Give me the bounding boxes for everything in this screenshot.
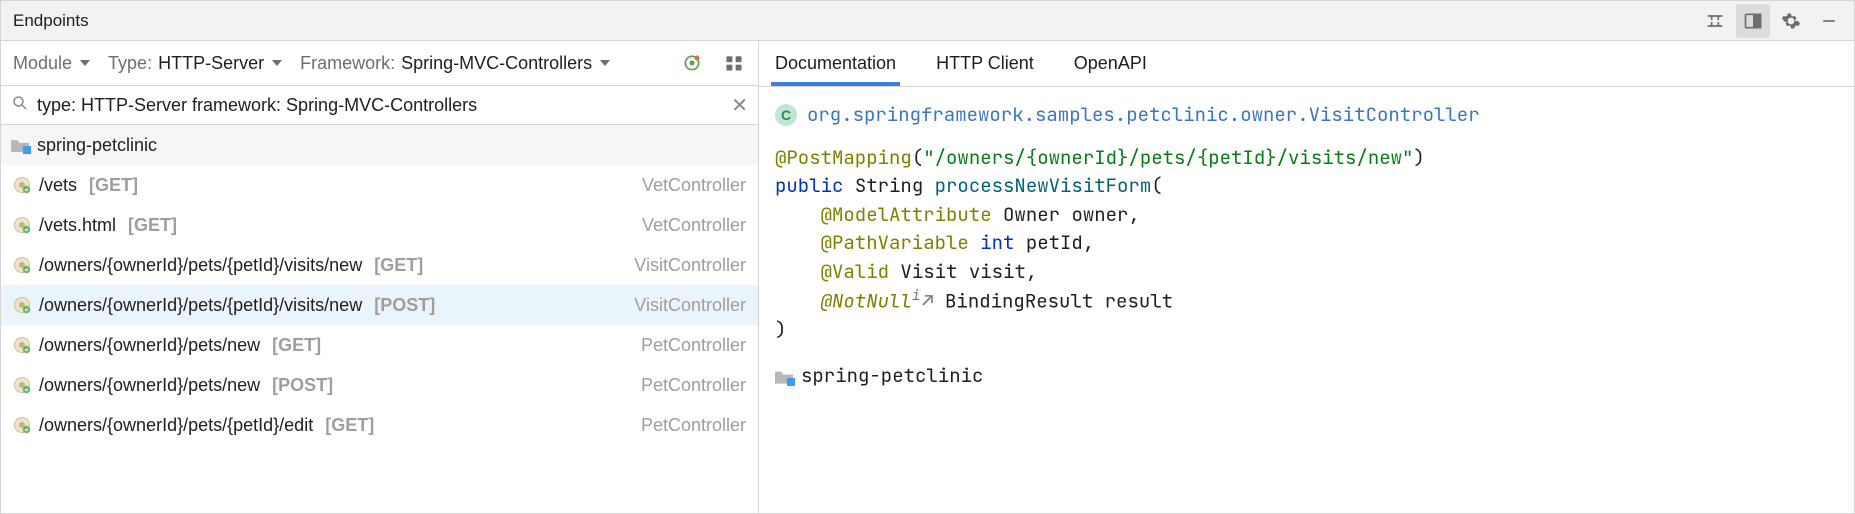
endpoint-method: [GET] xyxy=(272,335,321,356)
stretch-icon[interactable] xyxy=(1698,4,1732,38)
endpoint-row[interactable]: /vets.html [GET] VetController xyxy=(1,205,758,245)
module-group-row[interactable]: spring-petclinic xyxy=(1,125,758,165)
documentation-content: C org.springframework.samples.petclinic.… xyxy=(759,87,1854,405)
endpoint-row[interactable]: /owners/{ownerId}/pets/new [GET] PetContro… xyxy=(1,325,758,365)
filter-framework[interactable]: Framework: Spring-MVC-Controllers xyxy=(300,53,610,74)
endpoint-row[interactable]: /owners/{ownerId}/pets/{petId}/edit [GET]… xyxy=(1,405,758,445)
endpoint-icon xyxy=(13,256,31,274)
search-icon xyxy=(11,94,29,117)
tool-window-title: Endpoints xyxy=(13,11,1698,31)
details-pane: Documentation HTTP Client OpenAPI C org.sp… xyxy=(759,41,1854,513)
endpoints-list[interactable]: spring-petclinic /vets [GET] VetController… xyxy=(1,125,758,513)
target-icon[interactable] xyxy=(680,51,704,75)
gear-icon[interactable] xyxy=(1774,4,1808,38)
endpoint-path: /owners/{ownerId}/pets/new xyxy=(39,375,260,396)
signature-code: @PostMapping("/owners/{ownerId}/pets/{pe… xyxy=(775,144,1838,345)
filters-toolbar: Module Type: HTTP-Server Framework: Spri… xyxy=(1,41,758,85)
endpoint-icon xyxy=(13,376,31,394)
endpoints-list-pane: Module Type: HTTP-Server Framework: Spri… xyxy=(1,41,759,513)
chevron-down-icon xyxy=(600,60,610,66)
endpoint-controller: VisitController xyxy=(634,295,746,316)
endpoint-method: [POST] xyxy=(374,295,435,316)
endpoint-icon xyxy=(13,416,31,434)
endpoint-icon xyxy=(13,216,31,234)
endpoint-controller: VetController xyxy=(642,215,746,236)
module-name: spring-petclinic xyxy=(37,135,157,156)
tab-documentation[interactable]: Documentation xyxy=(771,43,900,86)
endpoint-controller: PetController xyxy=(641,335,746,356)
tab-openapi[interactable]: OpenAPI xyxy=(1070,43,1151,86)
close-icon[interactable]: ✕ xyxy=(731,93,748,118)
search-input[interactable] xyxy=(37,95,723,116)
doc-module-name: spring-petclinic xyxy=(801,362,983,391)
external-link-icon[interactable]: ↗ xyxy=(922,288,933,313)
filter-type[interactable]: Type: HTTP-Server xyxy=(108,53,282,74)
class-icon: C xyxy=(775,104,797,126)
endpoints-tool-window: Endpoints xyxy=(0,0,1855,514)
split-right-icon[interactable] xyxy=(1736,4,1770,38)
endpoint-controller: VetController xyxy=(642,175,746,196)
group-icon[interactable] xyxy=(722,51,746,75)
endpoint-method: [GET] xyxy=(325,415,374,436)
endpoint-method: [POST] xyxy=(272,375,333,396)
chevron-down-icon xyxy=(80,60,90,66)
endpoint-path: /owners/{ownerId}/pets/new xyxy=(39,335,260,356)
header-actions xyxy=(1698,4,1846,38)
endpoint-path: /vets xyxy=(39,175,77,196)
details-tabs: Documentation HTTP Client OpenAPI xyxy=(759,41,1854,87)
minimize-icon[interactable] xyxy=(1812,4,1846,38)
endpoint-path: /owners/{ownerId}/pets/{petId}/edit xyxy=(39,415,313,436)
endpoint-row[interactable]: /owners/{ownerId}/pets/new [POST] PetContr… xyxy=(1,365,758,405)
endpoint-method: [GET] xyxy=(128,215,177,236)
filter-module[interactable]: Module xyxy=(13,53,90,74)
endpoint-row[interactable]: /vets [GET] VetController xyxy=(1,165,758,205)
endpoint-icon xyxy=(13,176,31,194)
endpoint-method: [GET] xyxy=(89,175,138,196)
module-icon xyxy=(11,138,29,152)
endpoint-controller: PetController xyxy=(641,415,746,436)
endpoint-path: /owners/{ownerId}/pets/{petId}/visits/ne… xyxy=(39,255,362,276)
endpoint-method: [GET] xyxy=(374,255,423,276)
endpoint-icon xyxy=(13,336,31,354)
endpoint-row[interactable]: /owners/{ownerId}/pets/{petId}/visits/ne… xyxy=(1,285,758,325)
endpoint-row[interactable]: /owners/{ownerId}/pets/{petId}/visits/ne… xyxy=(1,245,758,285)
search-row: ✕ xyxy=(1,85,758,125)
tab-http-client[interactable]: HTTP Client xyxy=(932,43,1038,86)
endpoint-path: /owners/{ownerId}/pets/{petId}/visits/ne… xyxy=(39,295,362,316)
endpoint-controller: VisitController xyxy=(634,255,746,276)
tool-window-header: Endpoints xyxy=(1,1,1854,41)
endpoint-icon xyxy=(13,296,31,314)
chevron-down-icon xyxy=(272,60,282,66)
class-fqcn[interactable]: org.springframework.samples.petclinic.ow… xyxy=(807,101,1480,130)
endpoint-controller: PetController xyxy=(641,375,746,396)
endpoint-path: /vets.html xyxy=(39,215,116,236)
module-icon xyxy=(775,370,793,384)
